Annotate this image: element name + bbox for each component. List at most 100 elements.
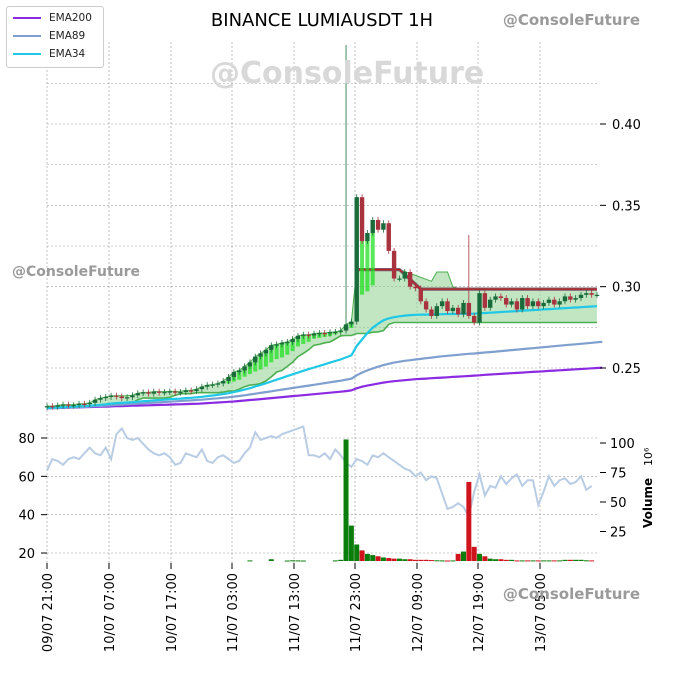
- candle-body: [322, 333, 327, 335]
- volume-bar: [450, 560, 456, 562]
- legend-label-ema89: EMA89: [49, 30, 86, 42]
- oscillator-line: [46, 425, 593, 520]
- candle-body: [258, 353, 263, 357]
- axes: 0.25 0.30 0.35 0.40 25 50 75 100 20 40 60 80 Volume 1…: [18, 118, 655, 652]
- volume-bar: [503, 559, 509, 561]
- legend-swatch-ema200: [13, 17, 41, 19]
- watermark-top-right: @ConsoleFuture: [502, 11, 640, 29]
- volume-bar: [444, 560, 450, 562]
- volume-bar: [525, 560, 531, 562]
- candle-body: [178, 392, 183, 394]
- volume-tick-label: 50: [610, 496, 627, 511]
- volume-bar: [514, 560, 520, 562]
- volume-bar: [290, 560, 296, 562]
- price-tick-label: 0.25: [612, 362, 641, 377]
- candle-body: [156, 391, 162, 393]
- candle-body: [231, 372, 237, 377]
- candle-body: [119, 396, 124, 399]
- candle-body: [76, 403, 82, 406]
- candle-body: [402, 272, 407, 279]
- candle-body: [391, 250, 397, 279]
- candles: [44, 44, 600, 410]
- volume-bar: [573, 559, 579, 561]
- volume-tick-label: 25: [610, 526, 627, 541]
- candle-body: [354, 197, 359, 322]
- volume-bar: [509, 559, 515, 561]
- candle-body: [285, 341, 290, 344]
- volume-bar: [482, 556, 488, 561]
- candle-body: [584, 293, 589, 295]
- candle-body: [466, 302, 472, 316]
- volume-bar: [284, 560, 290, 562]
- candle-body: [488, 299, 493, 308]
- volume-bar: [375, 556, 381, 561]
- candle-body: [146, 392, 151, 394]
- volume-bar: [354, 544, 360, 561]
- candle-body: [317, 333, 322, 335]
- candle-body: [151, 391, 156, 394]
- volume-bar: [519, 560, 525, 562]
- volume-bar: [551, 560, 557, 562]
- volume-bar: [493, 559, 499, 561]
- volume-bar: [477, 553, 483, 561]
- candle-body: [552, 299, 557, 305]
- volume-bar: [268, 559, 274, 561]
- candle-body: [221, 381, 226, 384]
- volume-bar: [412, 559, 418, 561]
- candle-body: [429, 309, 434, 316]
- candle-body: [568, 296, 573, 300]
- volume-bar: [546, 560, 552, 562]
- volume-bar: [423, 559, 429, 561]
- candle-body: [498, 296, 504, 299]
- candle-body: [546, 299, 552, 303]
- legend-label-ema200: EMA200: [49, 12, 92, 24]
- candle-body: [514, 301, 520, 310]
- candle-body: [92, 399, 98, 403]
- x-tick-label: 11/07 03:00: [226, 573, 241, 652]
- candle-body: [397, 278, 402, 280]
- candle-body: [301, 334, 306, 336]
- candle-body: [407, 272, 413, 287]
- volume-bar: [338, 559, 344, 561]
- volume-bar: [487, 558, 493, 561]
- candle-body: [530, 301, 536, 307]
- candle-body: [445, 301, 450, 312]
- volume-bar: [562, 559, 568, 561]
- candle-body: [418, 288, 423, 302]
- watermark-center: @ConsoleFuture: [210, 56, 485, 91]
- watermark-bottom-right: @ConsoleFuture: [502, 585, 640, 603]
- trend-highlight-bar: [360, 241, 365, 295]
- volume-bar: [434, 560, 440, 562]
- candle-body: [589, 293, 594, 295]
- volume-bar: [418, 559, 424, 561]
- legend-swatch-ema34: [13, 53, 41, 55]
- candle-body: [204, 385, 210, 387]
- osc-tick-label: 20: [18, 547, 35, 562]
- volume-bar: [530, 560, 536, 562]
- volume-bar: [332, 560, 338, 562]
- candle-body: [140, 392, 146, 394]
- candle-body: [263, 349, 269, 354]
- price-tick-label: 0.30: [612, 281, 641, 296]
- candle-body: [87, 402, 92, 405]
- candle-body: [370, 219, 375, 233]
- volume-bar: [391, 558, 397, 561]
- candle-body: [338, 330, 343, 332]
- candle-body: [381, 223, 386, 230]
- volume-bar: [578, 559, 584, 561]
- x-tick-label: 11/07 13:00: [288, 573, 303, 652]
- candle-body: [509, 301, 514, 305]
- candle-body: [311, 333, 317, 336]
- candle-body: [162, 392, 167, 394]
- candle-body: [274, 344, 279, 346]
- candle-body: [482, 293, 488, 308]
- candle-body: [290, 339, 295, 342]
- x-tick-label: 11/07 23:00: [349, 573, 364, 652]
- legend-item-ema34: EMA34: [13, 47, 85, 61]
- candle-body: [98, 398, 103, 400]
- volume-bar: [455, 553, 461, 561]
- volume-bar: [466, 481, 472, 561]
- osc-tick-label: 40: [18, 509, 35, 524]
- candle-body: [541, 302, 546, 307]
- candle-body: [242, 366, 247, 371]
